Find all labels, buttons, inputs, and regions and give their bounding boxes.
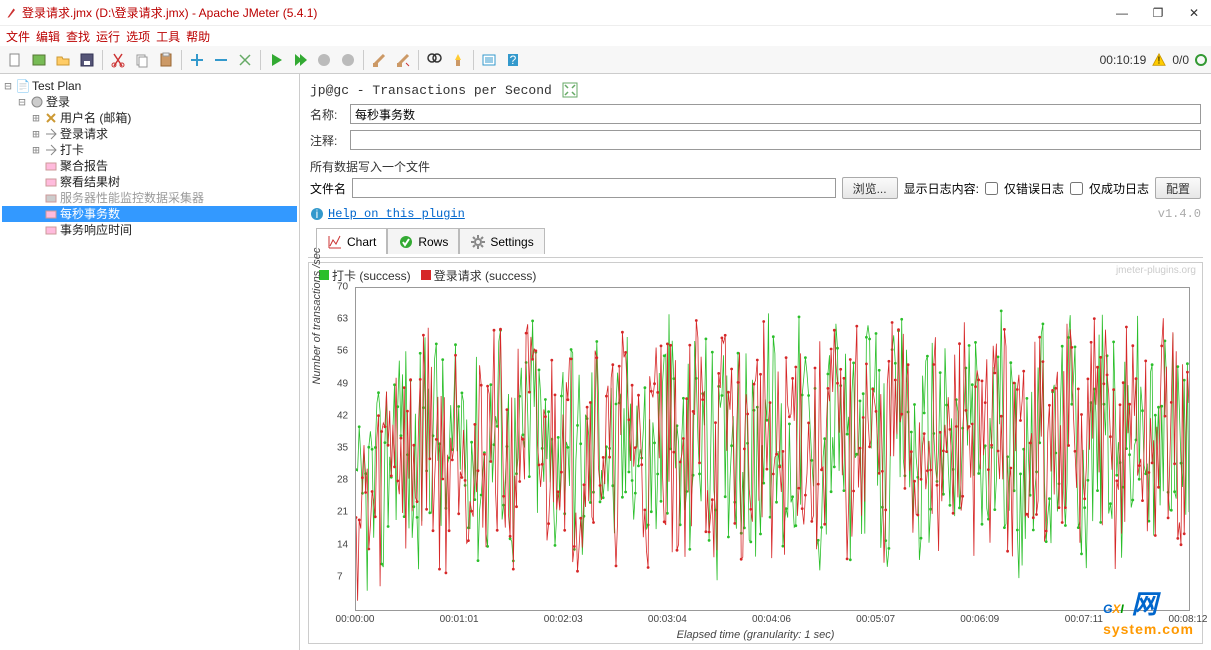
write-all-label: 所有数据写入一个文件 [300,154,1211,175]
clear-all-icon[interactable] [392,49,414,71]
cut-icon[interactable] [107,49,129,71]
tab-settings[interactable]: Settings [459,228,544,254]
tree-item[interactable]: 察看结果树 [2,174,297,190]
search-icon[interactable] [423,49,445,71]
errors-only-label: 仅错误日志 [1004,180,1064,197]
function-icon[interactable] [478,49,500,71]
chart-area: 打卡 (success) 登录请求 (success) jmeter-plugi… [308,262,1203,644]
window-controls: — ❐ ✕ [1115,6,1205,20]
rows-icon [398,234,414,250]
paste-icon[interactable] [155,49,177,71]
result-tabs: Chart Rows Settings [308,223,1203,258]
menu-options[interactable]: 选项 [126,28,150,44]
help-link[interactable]: Help on this plugin [328,207,465,221]
filename-label: 文件名 [310,180,346,197]
add-icon[interactable] [186,49,208,71]
toggle-icon[interactable] [234,49,256,71]
chart-legend: 打卡 (success) 登录请求 (success) [319,267,536,284]
menu-run[interactable]: 运行 [96,28,120,44]
menu-file[interactable]: 文件 [6,28,30,44]
test-plan-tree[interactable]: ⊟📄Test Plan ⊟登录 ⊞用户名 (邮箱)⊞登录请求⊞打卡 聚合报告 察… [0,74,300,650]
plugin-version: v1.4.0 [1158,207,1201,221]
name-input[interactable] [350,104,1201,124]
tree-item[interactable]: ⊞打卡 [2,142,297,158]
clear-icon[interactable] [368,49,390,71]
info-icon: i [310,207,324,221]
panel-title: jp@gc - Transactions per Second [310,83,552,98]
tree-item[interactable]: ⊞登录请求 [2,126,297,142]
new-icon[interactable] [4,49,26,71]
chart-icon [327,234,343,250]
chart-plot[interactable] [355,287,1190,611]
menubar: 文件 编辑 查找 运行 选项 工具 帮助 [0,26,1211,46]
name-label: 名称: [310,106,344,123]
expand-icon[interactable] [562,82,578,98]
success-only-label: 仅成功日志 [1089,180,1149,197]
tree-item[interactable]: 每秒事务数 [2,206,297,222]
reset-search-icon[interactable] [447,49,469,71]
tree-item[interactable]: 事务响应时间 [2,222,297,238]
stop-icon[interactable] [313,49,335,71]
minimize-button[interactable]: — [1115,6,1129,20]
warning-icon[interactable]: ! [1152,53,1166,67]
start-no-pause-icon[interactable] [289,49,311,71]
filename-input[interactable] [352,178,836,198]
tree-thread-group[interactable]: ⊟登录 [2,94,297,110]
shutdown-icon[interactable] [337,49,359,71]
close-button[interactable]: ✕ [1187,6,1201,20]
elapsed-time-label: 00:10:19 [1100,53,1147,67]
menu-search[interactable]: 查找 [66,28,90,44]
success-only-checkbox[interactable] [1070,182,1083,195]
listener-panel: jp@gc - Transactions per Second 名称: 注释: … [300,74,1211,650]
browse-button[interactable]: 浏览... [842,177,898,199]
svg-text:?: ? [510,53,517,67]
app-icon [6,7,18,19]
x-axis-label: Elapsed time (granularity: 1 sec) [309,629,1202,641]
svg-text:!: ! [1158,54,1161,66]
save-icon[interactable] [76,49,98,71]
templates-icon[interactable] [28,49,50,71]
menu-tools[interactable]: 工具 [156,28,180,44]
titlebar: 登录请求.jmx (D:\登录请求.jmx) - Apache JMeter (… [0,0,1211,26]
window-title: 登录请求.jmx (D:\登录请求.jmx) - Apache JMeter (… [22,4,317,21]
start-icon[interactable] [265,49,287,71]
y-axis-label: Number of transactions /sec [311,248,323,385]
copy-icon[interactable] [131,49,153,71]
svg-text:i: i [316,207,319,221]
configure-button[interactable]: 配置 [1155,177,1201,199]
menu-help[interactable]: 帮助 [186,28,210,44]
tree-root[interactable]: ⊟📄Test Plan [2,78,297,94]
tree-item[interactable]: 服务器性能监控数据采集器 [2,190,297,206]
site-watermark: GXI 网 system.com [1103,584,1194,637]
chart-watermark: jmeter-plugins.org [1116,265,1196,276]
comment-label: 注释: [310,132,344,149]
comment-input[interactable] [350,130,1201,150]
errors-only-checkbox[interactable] [985,182,998,195]
gear-icon [470,234,486,250]
tree-item[interactable]: ⊞用户名 (邮箱) [2,110,297,126]
menu-edit[interactable]: 编辑 [36,28,60,44]
showlog-label: 显示日志内容: [904,180,979,197]
remove-icon[interactable] [210,49,232,71]
tab-rows[interactable]: Rows [387,228,459,254]
toolbar: ? 00:10:19 ! 0/0 [0,46,1211,74]
run-timer: 00:10:19 ! 0/0 [1100,53,1207,67]
help-icon[interactable]: ? [502,49,524,71]
tree-item[interactable]: 聚合报告 [2,158,297,174]
status-icon [1195,54,1207,66]
thread-counter: 0/0 [1172,53,1189,67]
open-icon[interactable] [52,49,74,71]
maximize-button[interactable]: ❐ [1151,6,1165,20]
tab-chart[interactable]: Chart [316,228,387,254]
legend-series-1: 登录请求 (success) [434,269,537,283]
